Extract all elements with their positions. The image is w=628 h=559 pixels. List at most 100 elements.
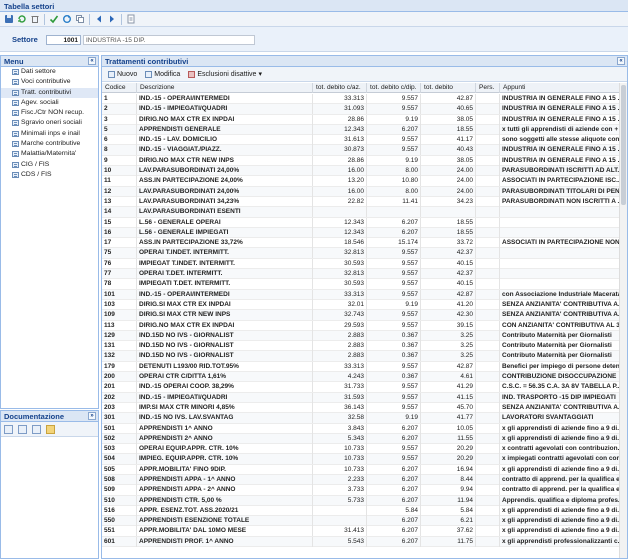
collapse-icon[interactable]: «	[88, 57, 96, 65]
menu-item[interactable]: Agev. sociali	[1, 98, 98, 108]
table-row[interactable]: 10 LAV.PARASUBORDINATI 24,00% 16.00 8.00 24.…	[102, 166, 627, 177]
menu-item[interactable]: Malattia/Maternita'	[1, 149, 98, 159]
menu-item[interactable]: Marche contributive	[1, 139, 98, 149]
table-cell: 9.19	[367, 114, 421, 125]
table-cell: C.S.C. = 56.35 C.A. 3A 8V TABELLA P...	[500, 382, 627, 393]
table-row[interactable]: 129 IND.15D NO IVS - GIORNALIST 2.883 0.367…	[102, 330, 627, 342]
table-row[interactable]: 131 IND.15D NO IVS - GIORNALIST 2.883 0.367…	[102, 341, 627, 352]
menu-item[interactable]: Sgravio oneri sociali	[1, 118, 98, 128]
table-cell	[367, 207, 421, 218]
table-row[interactable]: 516 APPR. ESENZ.TOT. ASS.2020/21 5.84 5.84 x…	[102, 505, 627, 517]
edit-document-icon[interactable]	[18, 424, 27, 434]
table-cell	[476, 196, 500, 207]
table-row[interactable]: 113 DIRIG.NO MAX CTR EX INPDAI 29.593 9.557…	[102, 320, 627, 331]
column-header[interactable]: Appunti	[500, 83, 627, 93]
table-row[interactable]: 16 L.56 - GENERALE IMPIEGATI 12.343 6.207 18…	[102, 227, 627, 239]
menu-item[interactable]: Minimali inps e inail	[1, 129, 98, 139]
table-cell: 3.25	[421, 341, 476, 352]
table-cell: 20.29	[421, 454, 476, 465]
table-row[interactable]: 17 ASS.IN PARTECIPAZIONE 33,72% 18.546 15.1…	[102, 238, 627, 249]
scrollbar-thumb[interactable]	[621, 85, 626, 205]
table-row[interactable]: 301 IND.-15 NO IVS. LAV.SVANTAG 32.58 9.19 4…	[102, 413, 627, 424]
table-row[interactable]: 508 APPRENDISTI APPA - 1^ ANNO 2.233 6.207 8…	[102, 474, 627, 486]
table-row[interactable]: 510 APPRENDISTI CTR. 5,00 % 5.733 6.207 11.9…	[102, 495, 627, 506]
table-cell: OPERAI T.DET. INTERMITT.	[137, 269, 313, 280]
refresh-icon[interactable]	[16, 13, 28, 25]
copy-icon[interactable]	[74, 13, 86, 25]
table-row[interactable]: 77 OPERAI T.DET. INTERMITT. 32.813 9.557 42.…	[102, 269, 627, 280]
table-cell	[500, 269, 627, 280]
table-row[interactable]: 3 DIRIG.NO MAX CTR EX INPDAI 28.86 9.19 38.0…	[102, 114, 627, 125]
menu-item[interactable]: Dati settore	[1, 67, 98, 77]
modifica-button[interactable]: Modifica	[145, 70, 180, 78]
column-header[interactable]: tot. debito c/dip.	[367, 83, 421, 93]
table-row[interactable]: 601 APPRENDISTI PROF. 1^ ANNO 5.543 6.207 11…	[102, 536, 627, 548]
attach-icon[interactable]	[4, 424, 13, 434]
table-row[interactable]: 11 ASS.IN PARTECIPAZIONE 24,00% 13.20 10.80…	[102, 176, 627, 187]
table-row[interactable]: 202 IND.-15 - IMPIEGATI/QUADRI 31.593 9.557…	[102, 392, 627, 403]
table-row[interactable]: 1 IND.-15 - OPERAI/INTERMEDI 33.313 9.557 42…	[102, 94, 627, 105]
table-row[interactable]: 8 IND.-15 - VIAGGIAT./PIAZZ. 30.873 9.557 40…	[102, 145, 627, 156]
table-row[interactable]: 5 APPRENDISTI GENERALE 12.343 6.207 18.55 x t…	[102, 124, 627, 136]
reload-icon[interactable]	[61, 13, 73, 25]
menu-panel: Menu « Dati settore Voci contributive Trat…	[0, 55, 99, 409]
table-row[interactable]: 132 IND.15D NO IVS - GIORNALIST 2.883 0.367…	[102, 351, 627, 362]
table-row[interactable]: 551 APPR.MOBILITA' DAL 10MO MESE 31.413 6.2…	[102, 526, 627, 537]
nuovo-button[interactable]: Nuovo	[108, 70, 137, 78]
table-row[interactable]: 200 OPERAI CTR C/DITTA 1,61% 4.243 0.367 4.6…	[102, 372, 627, 383]
column-header[interactable]: tot. debito	[421, 83, 476, 93]
table-row[interactable]: 15 L.56 - GENERALE OPERAI 12.343 6.207 18.55	[102, 217, 627, 228]
menu-item[interactable]: CIG / FIS	[1, 160, 98, 170]
table-row[interactable]: 76 IMPIEGAT T.INDET. INTERMITT. 30.593 9.55…	[102, 258, 627, 270]
table-cell: 503	[102, 444, 137, 455]
table-row[interactable]: 13 LAV.PARASUBORDINATI 34,23% 22.82 11.41 34…	[102, 196, 627, 208]
table-row[interactable]: 14 LAV.PARASUBORDINATI ESENTI	[102, 207, 627, 218]
table-row[interactable]: 502 APPRENDISTI 2^ ANNO 5.343 6.207 11.55 x g…	[102, 433, 627, 445]
menu-item[interactable]: Voci contributive	[1, 77, 98, 87]
table-cell: 10.80	[367, 176, 421, 187]
settore-code-field[interactable]: 1001	[46, 35, 81, 45]
esclusioni-button[interactable]: Esclusioni disattive ▾	[188, 70, 262, 78]
arrow-right-icon[interactable]	[106, 13, 118, 25]
column-header[interactable]: Descrizione	[137, 83, 313, 93]
table-cell: x gli apprendisti di aziende fino a 9 di…	[500, 423, 627, 434]
table-row[interactable]: 504 IMPIEG. EQUIP.APPR. CTR. 10% 10.733 9.5…	[102, 454, 627, 465]
table-row[interactable]: 75 OPERAI T.INDET. INTERMITT. 32.813 9.557 4…	[102, 248, 627, 259]
column-header[interactable]: Pers.	[476, 83, 500, 93]
menu-item[interactable]: Tratt. contributivi	[1, 87, 98, 98]
table-cell: 11.75	[421, 536, 476, 547]
table-row[interactable]: 9 DIRIG.NO MAX CTR NEW INPS 28.86 9.19 38.05…	[102, 155, 627, 167]
column-header[interactable]: tot. debito c/az.	[313, 83, 367, 93]
table-row[interactable]: 201 IND.-15 OPERAI COOP. 38,29% 31.733 9.55…	[102, 382, 627, 393]
table-row[interactable]: 2 IND.-15 - IMPIEGATI/QUADRI 31.093 9.557 40…	[102, 104, 627, 115]
table-row[interactable]: 6 IND.-15 - LAV. DOMICILIO 31.613 9.557 41.1…	[102, 135, 627, 146]
table-row[interactable]: 103 DIRIG.SI MAX CTR EX INPDAI 32.01 9.19 41…	[102, 299, 627, 311]
refresh-icon[interactable]	[32, 424, 41, 434]
table-icon	[12, 79, 19, 86]
arrow-left-icon[interactable]	[93, 13, 105, 25]
table-row[interactable]: 78 IMPIEGATI T.DET. INTERMITT. 30.593 9.557…	[102, 279, 627, 290]
table-row[interactable]: 101 IND.-15 - OPERAI/INTERMEDI 33.313 9.557…	[102, 289, 627, 300]
menu-item[interactable]: CDS / FIS	[1, 170, 98, 180]
check-icon[interactable]	[48, 13, 60, 25]
column-header[interactable]: Codice	[102, 83, 137, 93]
vertical-scrollbar[interactable]	[619, 83, 627, 558]
collapse-icon[interactable]: «	[617, 57, 625, 65]
trattamenti-title: Trattamenti contributivi	[105, 57, 189, 66]
folder-icon[interactable]	[46, 424, 55, 434]
table-row[interactable]: 501 APPRENDISTI 1^ ANNO 3.843 6.207 10.05 x g…	[102, 423, 627, 434]
table-row[interactable]: 505 APPR.MOBILITA' FINO 9DIP. 10.733 6.207 1…	[102, 464, 627, 475]
save-icon[interactable]	[3, 13, 15, 25]
document-icon[interactable]	[125, 13, 137, 25]
table-row[interactable]: 109 DIRIG.SI MAX CTR NEW INPS 32.743 9.557 4…	[102, 310, 627, 321]
table-row[interactable]: 503 OPERAI EQUIP.APPR. CTR. 10% 10.733 9.55…	[102, 444, 627, 455]
table-row[interactable]: 509 APPRENDISTI APPA - 2^ ANNO 3.733 6.207 9…	[102, 485, 627, 496]
menu-item[interactable]: Fisc./Ctr NON recup.	[1, 108, 98, 118]
table-cell: DIRIG.SI MAX CTR EX INPDAI	[137, 299, 313, 310]
table-row[interactable]: 550 APPRENDISTI ESENZIONE TOTALE 6.207 6.21…	[102, 516, 627, 527]
delete-icon[interactable]	[29, 13, 41, 25]
table-row[interactable]: 179 DETENUTI L193/00 RID.TOT.95% 33.313 9.5…	[102, 361, 627, 373]
collapse-icon[interactable]: »	[88, 412, 96, 420]
table-row[interactable]: 203 IMP.SI MAX CTR MINORI 4,85% 36.143 9.55…	[102, 402, 627, 414]
table-row[interactable]: 12 LAV.PARASUBORDINATI 24,00% 16.00 8.00 24.…	[102, 186, 627, 197]
